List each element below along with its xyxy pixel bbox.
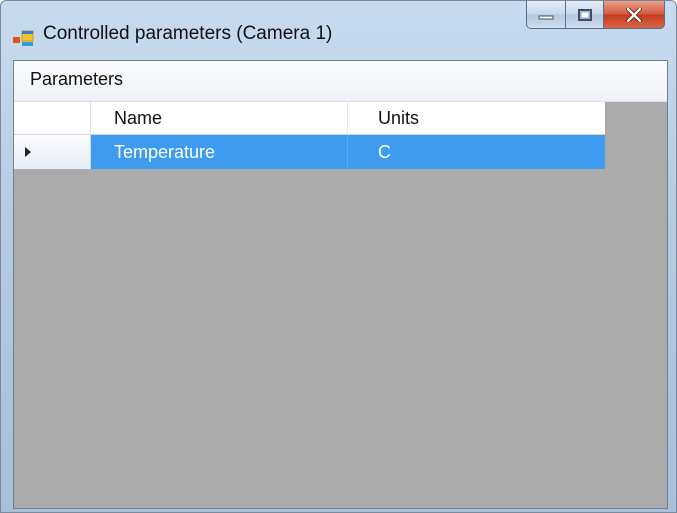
row-header-corner[interactable] (14, 102, 91, 134)
column-header-name[interactable]: Name (92, 102, 348, 134)
close-icon (626, 7, 642, 22)
client-area: Parameters Name Units Temperature C (13, 60, 668, 509)
menu-bar: Parameters (14, 61, 667, 102)
table-row[interactable]: Temperature C (14, 135, 605, 169)
parameters-grid[interactable]: Name Units Temperature C (14, 102, 605, 169)
minimize-icon (538, 15, 554, 19)
app-window-icon[interactable] (13, 29, 35, 47)
title-bar[interactable]: Controlled parameters (Camera 1) (1, 1, 676, 59)
close-button[interactable] (604, 1, 665, 29)
row-selector-arrow-icon (25, 147, 31, 157)
window-title: Controlled parameters (Camera 1) (43, 23, 333, 44)
maximize-icon (577, 8, 592, 21)
maximize-button[interactable] (566, 1, 604, 29)
window: Controlled parameters (Camera 1) Paramet… (0, 0, 677, 513)
caption-buttons (526, 1, 665, 29)
cell-units[interactable]: C (348, 135, 605, 169)
cell-name[interactable]: Temperature (92, 135, 348, 169)
column-header-units[interactable]: Units (348, 102, 605, 134)
grid-header: Name Units (14, 102, 605, 135)
minimize-button[interactable] (526, 1, 566, 29)
row-header[interactable] (14, 135, 91, 169)
menu-parameters[interactable]: Parameters (30, 69, 123, 90)
